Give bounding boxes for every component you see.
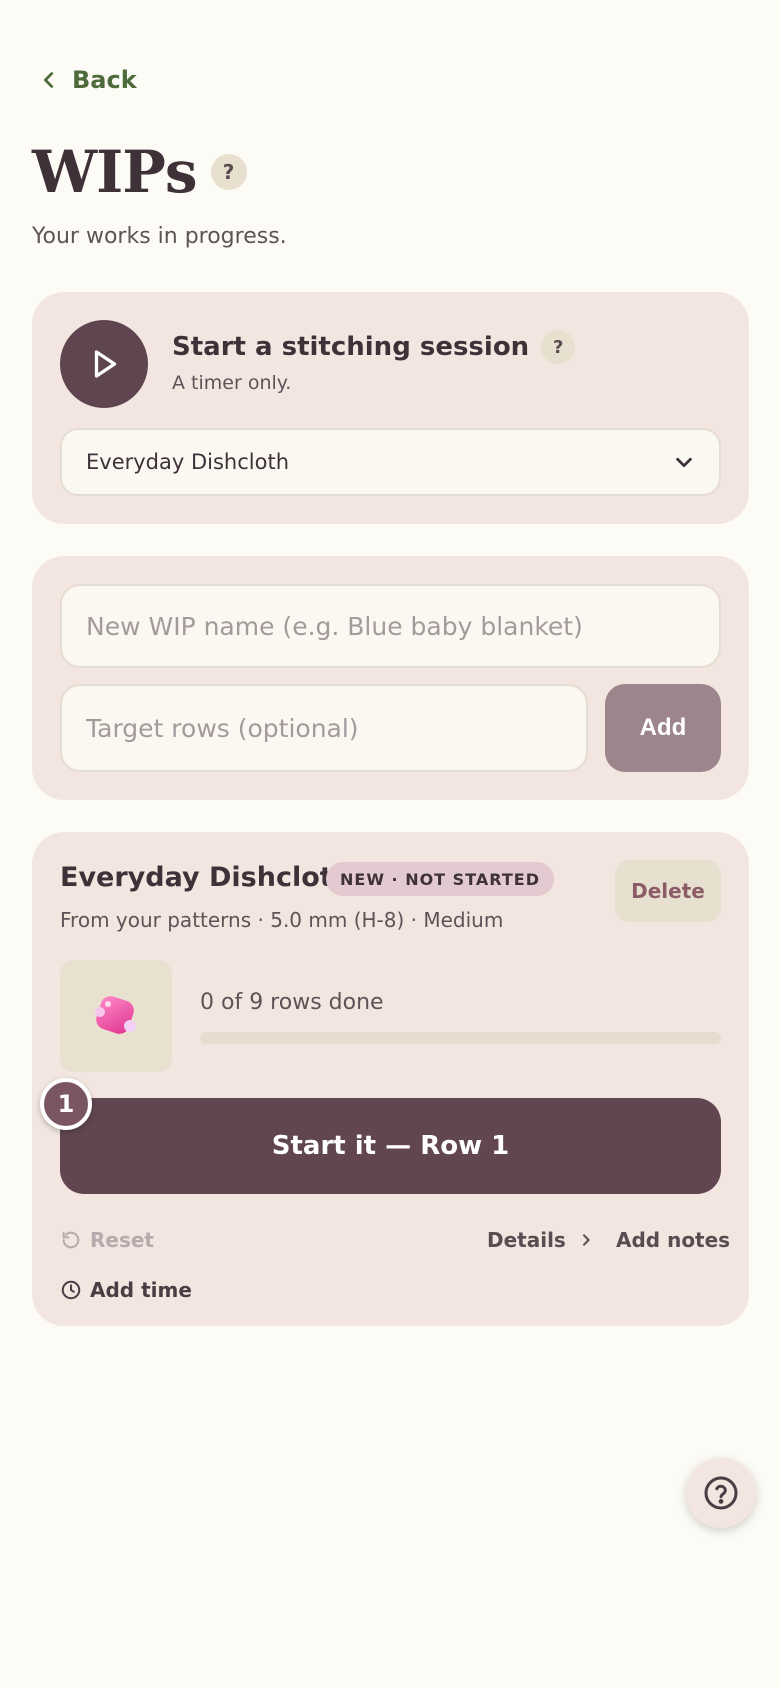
session-card: Start a stitching session ? A timer only… (32, 292, 749, 524)
back-link[interactable]: Back (38, 66, 137, 94)
delete-button[interactable]: Delete (615, 860, 721, 922)
pattern-select[interactable]: Everyday Dishcloth (60, 428, 721, 496)
page-subtitle: Your works in progress. (32, 224, 287, 249)
add-button[interactable]: Add (605, 684, 721, 772)
add-time-button[interactable]: Add time (60, 1278, 192, 1302)
chevron-left-icon (43, 72, 54, 88)
add-time-label: Add time (90, 1278, 192, 1302)
progress-text: 0 of 9 rows done (200, 990, 384, 1015)
session-title-row: Start a stitching session ? (172, 330, 576, 364)
title-row: WIPs ? (32, 138, 247, 206)
add-notes-link[interactable]: Add notes (616, 1228, 730, 1252)
add-wip-card: Add (32, 556, 749, 800)
session-title: Start a stitching session (172, 332, 530, 362)
session-subtitle: A timer only. (172, 372, 292, 394)
clock-icon (61, 1280, 81, 1300)
pattern-select-value: Everyday Dishcloth (86, 450, 290, 474)
session-help-button[interactable]: ? (541, 330, 576, 364)
details-link[interactable]: Details (487, 1228, 594, 1252)
chevron-down-icon (676, 457, 692, 468)
reset-label: Reset (90, 1228, 154, 1252)
step-marker: 1 (40, 1078, 92, 1130)
wip-card: Everyday Dishcloth NEW · NOT STARTED Del… (32, 832, 749, 1326)
target-rows-input[interactable] (60, 684, 588, 772)
reset-button[interactable]: Reset (60, 1228, 154, 1252)
details-label: Details (487, 1228, 566, 1252)
page-title: WIPs (32, 138, 198, 206)
chevron-right-icon (582, 1234, 590, 1246)
help-fab-button[interactable] (686, 1458, 756, 1528)
play-icon (94, 350, 117, 378)
title-help-button[interactable]: ? (210, 154, 247, 190)
start-row-button[interactable]: Start it — Row 1 (60, 1098, 721, 1194)
status-badge: NEW · NOT STARTED (326, 862, 554, 896)
back-label: Back (72, 66, 137, 94)
help-circle-icon (704, 1476, 738, 1510)
yarn-gem-icon (95, 996, 136, 1034)
start-session-button[interactable] (60, 320, 148, 408)
reset-icon (62, 1231, 80, 1249)
progress-bar (200, 1032, 721, 1044)
wip-name-input[interactable] (60, 584, 721, 668)
wip-name: Everyday Dishcloth (60, 862, 352, 893)
wip-thumbnail (60, 960, 172, 1072)
wip-meta: From your patterns · 5.0 mm (H-8) · Medi… (60, 908, 504, 932)
